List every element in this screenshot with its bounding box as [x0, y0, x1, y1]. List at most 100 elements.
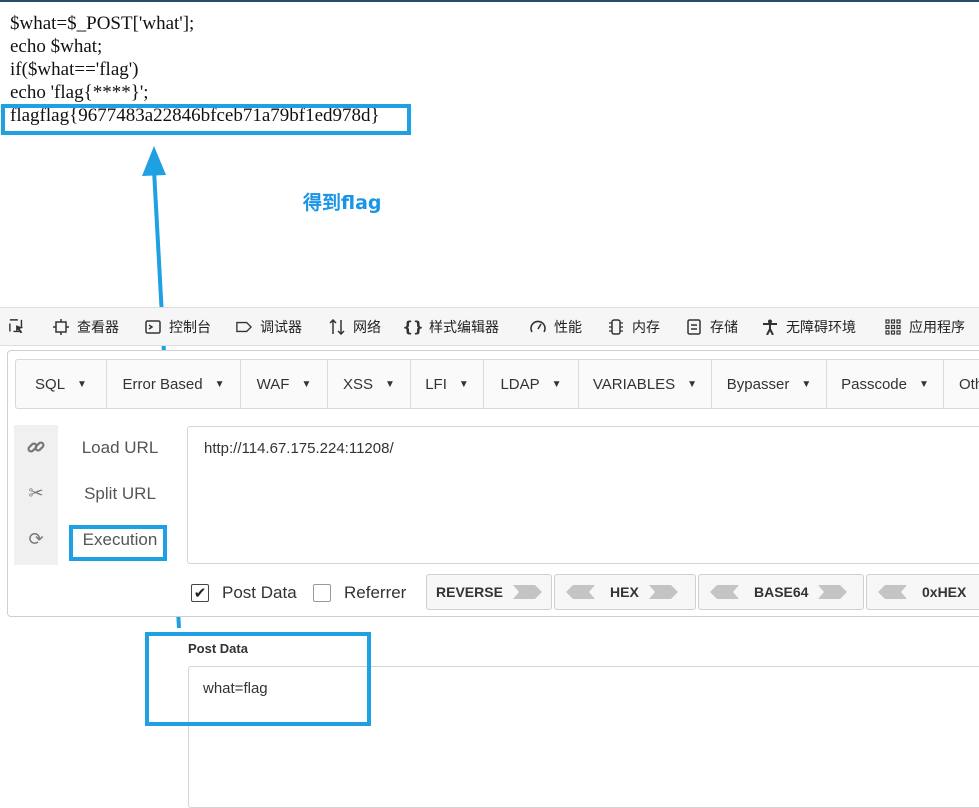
tab-style-editor[interactable]: {} 样式编辑器: [402, 308, 499, 345]
console-icon: [145, 319, 161, 335]
source-line: $what=$_POST['what'];: [10, 13, 195, 34]
source-line: echo 'flag{****}';: [10, 82, 149, 103]
menu-xss[interactable]: XSS ▼: [328, 360, 411, 408]
caret-down-icon: ▼: [687, 378, 698, 390]
split-url-button[interactable]: Split URL: [70, 484, 170, 504]
element-picker-button[interactable]: [9, 308, 33, 345]
hackbar-panel: SQL ▼ Error Based ▼ WAF ▼ XSS ▼ LFI ▼ LDAP ▼ V…: [7, 350, 979, 617]
annotation-note: 得到flag: [303, 192, 382, 214]
caret-down-icon: ▼: [77, 378, 87, 390]
url-value: http://114.67.175.224:11208/: [204, 440, 394, 457]
load-url-button[interactable]: Load URL: [70, 438, 170, 458]
caret-down-icon: ▼: [214, 378, 225, 390]
tab-network[interactable]: 网络: [329, 308, 381, 345]
tab-label: 内存: [632, 319, 660, 336]
tab-inspector[interactable]: 查看器: [53, 308, 119, 345]
button-label: 0xHEX: [922, 584, 967, 600]
checkbox-label: Post Data: [222, 583, 297, 602]
menu-other[interactable]: Other: [944, 360, 979, 408]
referrer-checkbox[interactable]: Referrer: [313, 581, 406, 605]
link-icon[interactable]: [24, 435, 48, 459]
tab-debugger[interactable]: 调试器: [236, 308, 302, 345]
menu-label: XSS: [343, 375, 374, 393]
menu-label: SQL: [35, 375, 66, 393]
menu-label: Other: [959, 375, 979, 393]
tab-label: 性能: [554, 319, 582, 336]
tab-label: 调试器: [260, 319, 302, 336]
caret-down-icon: ▼: [551, 378, 562, 390]
caret-down-icon: ▼: [918, 378, 929, 390]
reverse-button[interactable]: REVERSE: [426, 574, 552, 610]
post-data-checkbox[interactable]: ✔ Post Data: [191, 581, 297, 605]
0xhex-button[interactable]: 0xHEX: [866, 574, 979, 610]
source-line: if($what=='flag'): [10, 59, 139, 80]
tab-label: 存储: [710, 319, 738, 336]
refresh-icon[interactable]: ⟳: [24, 527, 48, 551]
tab-performance[interactable]: 性能: [530, 308, 582, 345]
style-editor-icon: {}: [402, 317, 424, 336]
window-top-border: [0, 0, 979, 2]
left-arrow-icon: [710, 585, 739, 599]
tab-label: 查看器: [77, 319, 119, 336]
menu-passcode[interactable]: Passcode ▼: [827, 360, 944, 408]
menu-label: WAF: [256, 375, 290, 393]
tab-label: 样式编辑器: [429, 319, 499, 336]
scissors-icon[interactable]: ✂: [24, 481, 48, 505]
tab-storage[interactable]: 存储: [686, 308, 738, 345]
tab-label: 应用程序: [909, 319, 965, 336]
inspector-icon: [53, 318, 69, 335]
base64-button[interactable]: BASE64: [698, 574, 864, 610]
caret-down-icon: ▼: [301, 378, 312, 390]
right-arrow-icon: [818, 585, 848, 599]
hackbar-menubar: SQL ▼ Error Based ▼ WAF ▼ XSS ▼ LFI ▼ LDAP ▼ V…: [15, 359, 979, 409]
checkbox-label: Referrer: [344, 583, 407, 602]
menu-label: VARIABLES: [592, 375, 676, 393]
menu-ldap[interactable]: LDAP ▼: [484, 360, 579, 408]
menu-bypasser[interactable]: Bypasser ▼: [712, 360, 827, 408]
menu-label: Passcode: [841, 375, 907, 393]
application-icon: [885, 318, 901, 335]
devtools-toolbar: 查看器 控制台 调试器 网络 {} 样式编辑器 性能 内存 存储 无障碍环境 应…: [0, 307, 979, 346]
memory-icon: [608, 318, 624, 335]
menu-label: LDAP: [500, 375, 540, 393]
tab-accessibility[interactable]: 无障碍环境: [762, 308, 856, 345]
accessibility-icon: [762, 319, 778, 335]
action-icon-column: ✂ ⟳: [14, 425, 58, 565]
left-arrow-icon: [566, 585, 595, 599]
button-label: REVERSE: [436, 584, 503, 600]
tab-label: 控制台: [169, 319, 211, 336]
menu-variables[interactable]: VARIABLES ▼: [579, 360, 712, 408]
caret-down-icon: ▼: [385, 378, 395, 390]
caret-down-icon: ▼: [458, 378, 469, 390]
right-arrow-icon: [648, 585, 678, 599]
checkmark-icon: ✔: [191, 584, 209, 602]
tab-memory[interactable]: 内存: [608, 308, 660, 345]
cursor-pick-icon: [9, 318, 25, 335]
caret-down-icon: ▼: [801, 378, 812, 390]
right-arrow-icon: [512, 585, 542, 599]
menu-label: Error Based: [122, 375, 203, 393]
tab-application[interactable]: 应用程序: [885, 308, 965, 345]
source-line: echo $what;: [10, 36, 103, 57]
performance-icon: [530, 319, 546, 335]
menu-label: Bypasser: [726, 375, 790, 393]
execution-highlight-box: [69, 525, 167, 561]
debugger-icon: [236, 319, 252, 335]
menu-sql[interactable]: SQL ▼: [16, 360, 107, 408]
menu-label: LFI: [425, 375, 447, 393]
tab-label: 网络: [353, 319, 381, 336]
url-textarea[interactable]: http://114.67.175.224:11208/: [187, 426, 979, 564]
hex-button[interactable]: HEX: [554, 574, 696, 610]
button-label: BASE64: [754, 584, 809, 600]
network-icon: [329, 318, 345, 335]
menu-lfi[interactable]: LFI ▼: [411, 360, 484, 408]
storage-icon: [686, 318, 702, 335]
left-arrow-icon: [878, 585, 907, 599]
menu-waf[interactable]: WAF ▼: [241, 360, 328, 408]
flag-highlight-box: [1, 104, 411, 135]
menu-error-based[interactable]: Error Based ▼: [107, 360, 241, 408]
empty-checkbox-icon: [313, 584, 331, 602]
tab-label: 无障碍环境: [786, 319, 856, 336]
tab-console[interactable]: 控制台: [145, 308, 211, 345]
post-data-highlight-box: [145, 632, 371, 726]
